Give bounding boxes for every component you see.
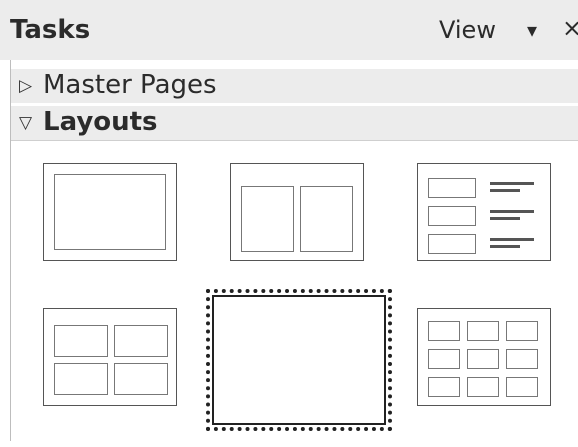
content-placeholder (506, 321, 538, 341)
content-placeholder (506, 349, 538, 369)
content-placeholder-left (241, 186, 294, 252)
layout-title-9-content[interactable] (417, 308, 551, 406)
triangle-right-icon: ▷ (19, 76, 33, 96)
content-placeholder (428, 349, 460, 369)
layout-title-4-content[interactable] (43, 308, 177, 406)
content-placeholder (214, 297, 274, 322)
text-line (490, 238, 534, 241)
section-divider (11, 140, 578, 141)
content-placeholder (467, 377, 499, 397)
master-pages-label: Master Pages (43, 70, 217, 100)
content-placeholder (467, 349, 499, 369)
content-placeholder (428, 377, 460, 397)
task-pane-titlebar: Tasks View ▾ × (0, 0, 578, 60)
content-placeholder (54, 174, 166, 250)
content-placeholder (506, 377, 538, 397)
content-placeholder (54, 325, 108, 357)
pane-title: Tasks (10, 15, 91, 45)
view-menu-button[interactable]: View (439, 14, 496, 46)
triangle-down-icon: ▽ (19, 113, 33, 133)
text-line (490, 182, 534, 185)
content-placeholder (214, 397, 274, 422)
content-placeholder (114, 363, 168, 395)
content-placeholder (114, 325, 168, 357)
master-pages-section-header[interactable]: ▷ Master Pages (11, 69, 578, 103)
content-placeholder-right (300, 186, 353, 252)
layout-title-2-content[interactable] (230, 163, 364, 261)
layouts-label: Layouts (43, 107, 158, 137)
content-placeholder (428, 234, 476, 254)
layout-title-6-content[interactable] (212, 295, 386, 425)
layouts-section-header[interactable]: ▽ Layouts (11, 106, 578, 140)
text-line (490, 217, 520, 220)
content-placeholder (54, 363, 108, 395)
content-placeholder (214, 347, 274, 372)
content-placeholder (428, 206, 476, 226)
text-line (490, 210, 534, 213)
content-placeholder (214, 422, 274, 447)
content-placeholder (467, 321, 499, 341)
close-pane-button[interactable]: × (562, 12, 578, 44)
text-line (490, 189, 520, 192)
content-placeholder (214, 372, 274, 397)
layout-title-content-and-2-lines[interactable] (417, 163, 551, 261)
view-dropdown-icon[interactable]: ▾ (527, 14, 537, 46)
text-line (490, 245, 520, 248)
content-placeholder (428, 321, 460, 341)
content-placeholder (214, 322, 274, 347)
content-placeholder (428, 178, 476, 198)
layout-title-content[interactable] (43, 163, 177, 261)
